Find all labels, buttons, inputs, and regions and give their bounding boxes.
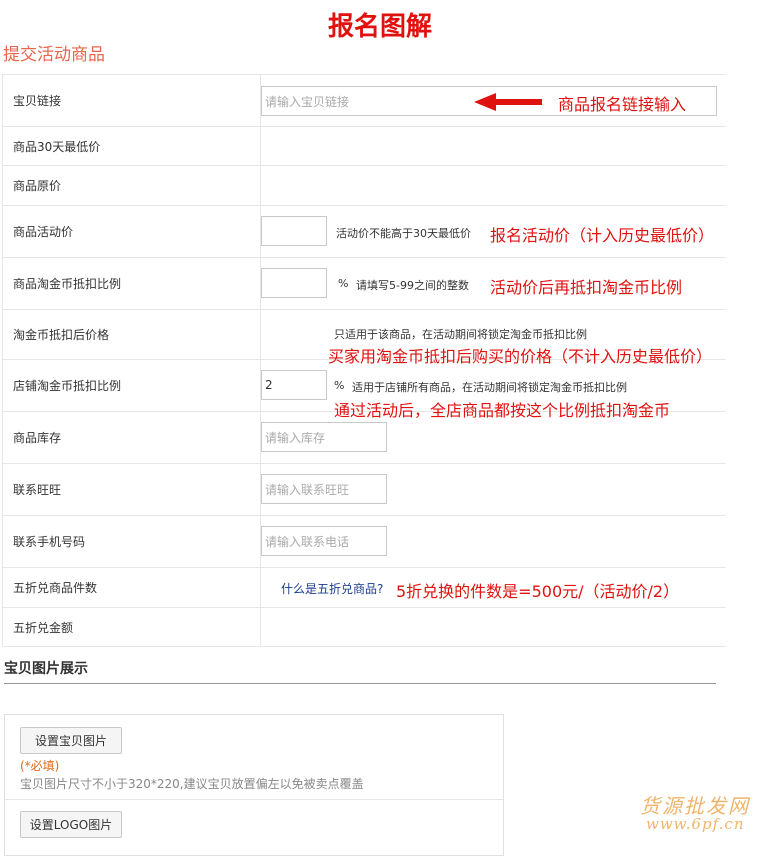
link-label: 宝贝链接 xyxy=(2,75,261,126)
annotation-half-count: 5折兑换的件数是=500元/（活动价/2） xyxy=(396,582,680,601)
coin-ratio-note: 请填写5-99之间的整数 xyxy=(356,279,469,292)
images-panel: 设置宝贝图片 (*必填) 宝贝图片尺寸不小于320*220,建议宝贝放置偏左以免… xyxy=(4,714,504,856)
lowest30-label: 商品30天最低价 xyxy=(2,127,261,165)
after-coin-note: 只适用于该商品，在活动期间将锁定淘金币抵扣比例 xyxy=(334,328,587,341)
after-coin-label: 淘金币抵扣后价格 xyxy=(2,310,261,359)
half-info-link[interactable]: 什么是五折兑商品? xyxy=(281,580,383,597)
annotation-shop-ratio: 通过活动后，全店商品都按这个比例抵扣淘金币 xyxy=(334,401,671,420)
activity-price-label: 商品活动价 xyxy=(2,206,261,257)
required-mark: (*必填) xyxy=(20,759,60,773)
activity-price-note: 活动价不能高于30天最低价 xyxy=(336,227,471,240)
coin-ratio-label: 商品淘金币抵扣比例 xyxy=(2,258,261,309)
form-row-original: 商品原价 xyxy=(2,166,726,206)
stock-input[interactable]: 请输入库存 xyxy=(261,422,387,452)
arrow-left-icon xyxy=(474,93,542,111)
form-row-half-amount: 五折兑金额 xyxy=(2,608,726,647)
section-divider xyxy=(4,683,716,684)
annotation-activity-price: 报名活动价（计入历史最低价） xyxy=(490,226,715,245)
annotation-after-coin: 买家用淘金币抵扣后购买的价格（不计入历史最低价） xyxy=(328,347,713,366)
original-price-label: 商品原价 xyxy=(2,166,261,205)
stock-label: 商品库存 xyxy=(2,412,261,463)
panel-divider xyxy=(5,799,503,800)
half-count-label: 五折兑商品件数 xyxy=(2,568,261,607)
activity-price-input[interactable] xyxy=(261,216,327,246)
watermark-url: www.6pf.cn xyxy=(646,815,745,833)
annotation-coin-ratio: 活动价后再抵扣淘金币比例 xyxy=(490,278,683,297)
set-logo-button[interactable]: 设置LOGO图片 xyxy=(20,811,122,838)
form-row-phone: 联系手机号码 请输入联系电话 xyxy=(2,516,726,568)
wangwang-input[interactable]: 请输入联系旺旺 xyxy=(261,474,387,504)
coin-ratio-unit: % xyxy=(338,277,349,290)
form-row-lowest30: 商品30天最低价 xyxy=(2,127,726,166)
shop-ratio-input[interactable]: 2 xyxy=(261,370,327,400)
image-size-hint: 宝贝图片尺寸不小于320*220,建议宝贝放置偏左以免被卖点覆盖 xyxy=(20,777,364,791)
images-section-title: 宝贝图片展示 xyxy=(4,661,88,677)
annotation-link: 商品报名链接输入 xyxy=(558,95,687,114)
page-title: 报名图解 xyxy=(327,12,432,42)
form-row-wangwang: 联系旺旺 请输入联系旺旺 xyxy=(2,464,726,516)
phone-label: 联系手机号码 xyxy=(2,516,261,567)
section-title: 提交活动商品 xyxy=(3,45,105,65)
coin-ratio-input[interactable] xyxy=(261,268,327,298)
shop-ratio-label: 店铺淘金币抵扣比例 xyxy=(2,360,261,411)
shop-ratio-unit: % xyxy=(334,379,345,392)
phone-input[interactable]: 请输入联系电话 xyxy=(261,526,387,556)
shop-ratio-note: 适用于店铺所有商品，在活动期间将锁定淘金币抵扣比例 xyxy=(352,381,627,394)
wangwang-label: 联系旺旺 xyxy=(2,464,261,515)
set-image-button[interactable]: 设置宝贝图片 xyxy=(20,727,122,754)
half-amount-label: 五折兑金额 xyxy=(2,608,261,646)
